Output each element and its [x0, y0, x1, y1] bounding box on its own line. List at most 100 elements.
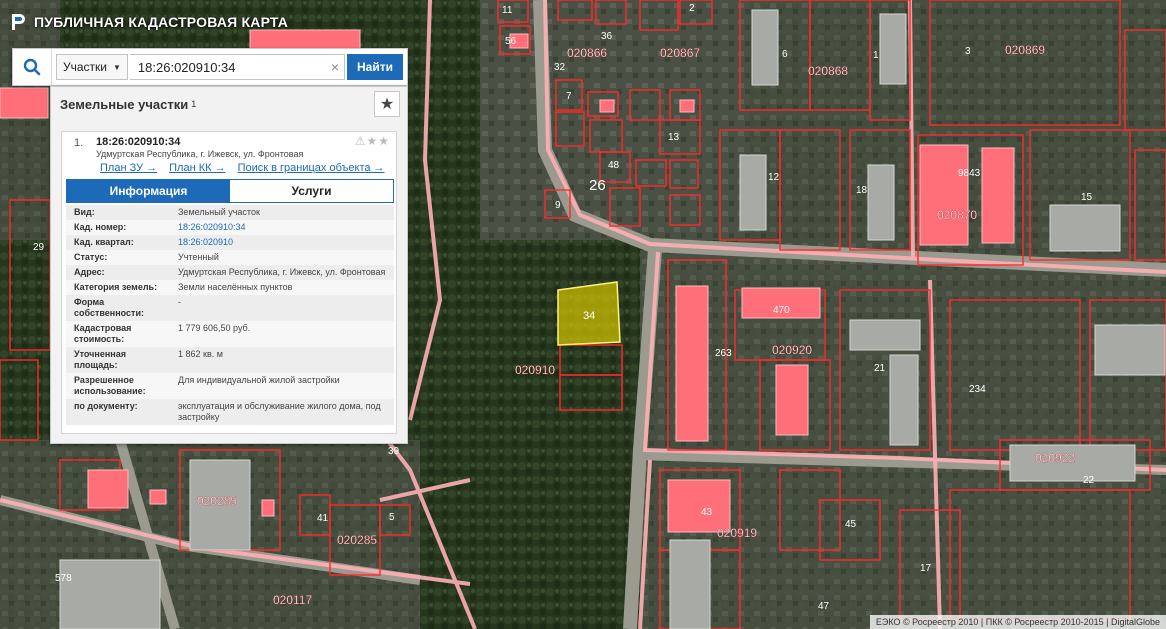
selected-parcel-label: 34: [583, 310, 595, 322]
parcel-label: 29: [33, 242, 45, 253]
parcel-label: 36: [601, 31, 613, 42]
result-count: 1: [191, 99, 197, 109]
parcel-label: 5: [389, 512, 395, 523]
info-value: -: [178, 297, 181, 307]
building: [775, 364, 809, 436]
favorites-button[interactable]: ★: [374, 91, 400, 117]
parcel-label: 15: [1081, 192, 1093, 203]
info-key: по документу:: [74, 401, 138, 411]
apartment-block: [849, 319, 921, 351]
info-key: Кад. квартал:: [74, 237, 134, 247]
parcel-label: 18: [856, 185, 868, 196]
quarter-label: 020920: [772, 343, 812, 357]
apartment-block: [669, 539, 711, 629]
quarter-label: 020285: [197, 494, 237, 508]
parcel-label: 9: [555, 200, 561, 211]
plan-zu-link[interactable]: План ЗУ →: [100, 162, 157, 174]
info-row: Форма собственности: -: [66, 295, 394, 321]
parcel-label: 263: [715, 348, 732, 359]
building: [599, 99, 615, 113]
search-type-label: Участки: [63, 60, 107, 74]
parcel-label: 56: [505, 36, 517, 47]
info-key: Кадастровая стоимость:: [74, 323, 132, 344]
panel-title: Земельные участки: [60, 96, 189, 112]
apartment-block: [879, 13, 907, 85]
tab-services[interactable]: Услуги: [230, 180, 393, 202]
info-row: Разрешенное использование: Для индивидуа…: [66, 373, 394, 399]
parcel-label: 32: [554, 62, 566, 73]
chevron-down-icon: ▼: [113, 62, 121, 72]
card-action-icons[interactable]: ⚠★★: [355, 134, 390, 148]
info-key: Уточненная площадь:: [74, 349, 126, 370]
parcel-label: 17: [920, 563, 932, 574]
info-key: Разрешенное использование:: [74, 375, 146, 396]
quarter-label: 020866: [567, 46, 607, 60]
building: [675, 285, 709, 442]
parcel-label: 41: [317, 513, 329, 524]
parcel-label: 3: [965, 46, 971, 57]
result-cadastral-id[interactable]: 18:26:020910:34: [96, 136, 180, 148]
search-bar: Участки ▼ × Найти: [12, 48, 408, 86]
search-input[interactable]: [129, 54, 345, 80]
info-row: Кад. квартал: 18:26:020910: [66, 235, 394, 250]
info-row: Адрес: Удмуртская Республика, г. Ижевск,…: [66, 265, 394, 280]
info-value: Земельный участок: [178, 207, 260, 217]
info-value-link[interactable]: 18:26:020910:34: [174, 220, 394, 235]
quarter-label: 020867: [660, 46, 700, 60]
plan-kk-link[interactable]: План КК →: [169, 162, 225, 174]
app-title: ПУБЛИЧНАЯ КАДАСТРОВАЯ КАРТА: [34, 14, 289, 30]
app-header: ПУБЛИЧНАЯ КАДАСТРОВАЯ КАРТА: [0, 0, 430, 44]
parcel-label: 22: [1083, 475, 1095, 486]
info-row: по документу: эксплуатация и обслуживани…: [66, 399, 394, 425]
info-value: Земли населённых пунктов: [178, 282, 293, 292]
apartment-block: [1094, 324, 1166, 376]
quarter-label: 020868: [808, 64, 848, 78]
map-attribution: ЕЭКО © Росреестр 2010 | ПКК © Росреестр …: [869, 615, 1166, 629]
panel-header: Земельные участки 1 ★: [51, 87, 407, 121]
quarter-label: 020869: [1005, 43, 1045, 57]
info-row: Уточненная площадь: 1 862 кв. м: [66, 347, 394, 373]
clear-search-icon[interactable]: ×: [331, 59, 339, 75]
results-panel: Земельные участки 1 ★ 1. 18:26:020910:34…: [50, 86, 408, 444]
apartment-block: [751, 9, 779, 86]
apartment-block: [1049, 204, 1121, 252]
find-button[interactable]: Найти: [347, 54, 403, 80]
building: [981, 147, 1015, 244]
logo-icon: [10, 12, 26, 32]
parcel-label: 9843: [958, 168, 981, 179]
quarter-label: 020922: [1035, 451, 1075, 465]
info-value-link[interactable]: 18:26:020910: [174, 235, 394, 250]
building: [667, 479, 731, 533]
result-number: 1.: [74, 137, 84, 149]
quarter-label: 020870: [937, 208, 977, 222]
parcel-label: 39: [388, 446, 400, 457]
info-value: Для индивидуальной жилой застройки: [178, 375, 340, 385]
tab-information[interactable]: Информация: [67, 180, 230, 202]
building: [679, 99, 695, 113]
quarter-label: 020117: [273, 593, 312, 607]
info-value: Учтенный: [178, 252, 219, 262]
info-row: Кад. номер: 18:26:020910:34: [66, 220, 394, 235]
star-icon: ★: [379, 96, 395, 113]
search-type-select[interactable]: Участки ▼: [56, 54, 128, 80]
parcel-label: 45: [845, 519, 857, 530]
result-tabs: Информация Услуги: [66, 179, 394, 203]
card-links: План ЗУ → План КК → Поиск в границах объ…: [100, 162, 385, 174]
parcel-label: 7: [566, 91, 572, 102]
info-key: Форма собственности:: [74, 297, 144, 318]
quarter-label: 020285: [337, 533, 377, 547]
parcel-label: 234: [969, 384, 986, 395]
info-key: Категория земель:: [74, 282, 158, 292]
info-key: Вид:: [74, 207, 95, 217]
parcel-label: 47: [818, 601, 830, 612]
info-key: Адрес:: [74, 267, 105, 277]
parcel-label: 43: [701, 507, 713, 518]
info-value: 1 862 кв. м: [178, 349, 223, 359]
parcel-label: 48: [608, 160, 620, 171]
info-row: Статус: Учтенный: [66, 250, 394, 265]
building: [919, 144, 969, 246]
info-key: Кад. номер:: [74, 222, 127, 232]
search-in-bounds-link[interactable]: Поиск в границах объекта →: [238, 162, 385, 174]
parcel-label: 12: [768, 172, 780, 183]
search-icon[interactable]: [13, 49, 52, 85]
